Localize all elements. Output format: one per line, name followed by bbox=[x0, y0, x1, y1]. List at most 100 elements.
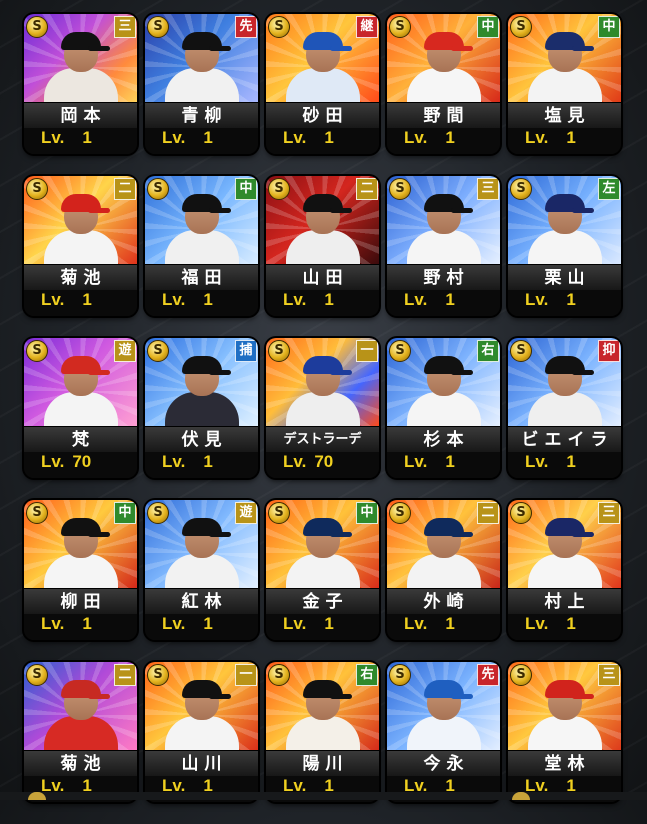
s-rank-icon: S bbox=[389, 340, 411, 362]
s-rank-icon: S bbox=[147, 340, 169, 362]
player-figure bbox=[527, 192, 602, 270]
level-value: 1 bbox=[203, 290, 213, 309]
player-card[interactable]: S 中福田 Lv. 1 bbox=[145, 176, 258, 316]
player-card[interactable]: S 継砂田 Lv. 1 bbox=[266, 14, 379, 154]
level-value: 1 bbox=[445, 452, 455, 471]
player-figure bbox=[43, 516, 118, 594]
player-card[interactable]: S 三野村 Lv. 1 bbox=[387, 176, 500, 316]
s-rank-icon: S bbox=[147, 16, 169, 38]
level-value: 1 bbox=[566, 614, 576, 633]
player-figure bbox=[164, 678, 239, 756]
player-card[interactable]: S 三村上 Lv. 1 bbox=[508, 500, 621, 640]
player-card[interactable]: S 一山川 Lv. 1 bbox=[145, 662, 258, 802]
player-card[interactable]: S 先今永 Lv. 1 bbox=[387, 662, 500, 802]
level-value: 1 bbox=[566, 290, 576, 309]
player-card[interactable]: S 二菊池 Lv. 1 bbox=[24, 176, 137, 316]
level-value: 1 bbox=[566, 128, 576, 147]
level-prefix: Lv. bbox=[162, 452, 186, 471]
level-prefix: Lv. bbox=[162, 290, 186, 309]
level-value: 1 bbox=[566, 452, 576, 471]
level-prefix: Lv. bbox=[283, 452, 307, 471]
player-card[interactable]: S 捕伏見 Lv. 1 bbox=[145, 338, 258, 478]
level-prefix: Lv. bbox=[162, 128, 186, 147]
position-badge: 右 bbox=[356, 664, 378, 686]
player-card[interactable]: S 一デストラーデ Lv. 70 bbox=[266, 338, 379, 478]
position-badge: 先 bbox=[477, 664, 499, 686]
player-figure bbox=[43, 354, 118, 432]
s-rank-icon: S bbox=[147, 664, 169, 686]
position-badge: 中 bbox=[356, 502, 378, 524]
position-badge: 中 bbox=[477, 16, 499, 38]
player-card[interactable]: S 右陽川 Lv. 1 bbox=[266, 662, 379, 802]
position-badge: 遊 bbox=[235, 502, 257, 524]
level-prefix: Lv. bbox=[41, 452, 65, 471]
player-card[interactable]: S 抑ビエイラ Lv. 1 bbox=[508, 338, 621, 478]
player-figure bbox=[406, 192, 481, 270]
player-card[interactable]: S 中塩見 Lv. 1 bbox=[508, 14, 621, 154]
player-name: 金子 bbox=[266, 588, 379, 616]
player-card[interactable]: S 右杉本 Lv. 1 bbox=[387, 338, 500, 478]
level-value: 1 bbox=[445, 614, 455, 633]
player-level: Lv. 70 bbox=[266, 452, 379, 478]
player-card[interactable]: S 遊紅林 Lv. 1 bbox=[145, 500, 258, 640]
s-rank-icon: S bbox=[26, 178, 48, 200]
position-badge: 中 bbox=[598, 16, 620, 38]
player-card[interactable]: S 先青柳 Lv. 1 bbox=[145, 14, 258, 154]
position-badge: 三 bbox=[598, 664, 620, 686]
player-card[interactable]: S 二外崎 Lv. 1 bbox=[387, 500, 500, 640]
position-badge: 中 bbox=[114, 502, 136, 524]
player-card[interactable]: S 二菊池 Lv. 1 bbox=[24, 662, 137, 802]
player-level: Lv. 1 bbox=[508, 128, 621, 154]
player-level: Lv. 1 bbox=[387, 128, 500, 154]
player-figure bbox=[527, 30, 602, 108]
s-rank-icon: S bbox=[26, 502, 48, 524]
player-name: 外崎 bbox=[387, 588, 500, 616]
player-figure bbox=[527, 678, 602, 756]
level-value: 1 bbox=[203, 128, 213, 147]
player-card[interactable]: S 二山田 Lv. 1 bbox=[266, 176, 379, 316]
player-card[interactable]: S 三岡本 Lv. 1 bbox=[24, 14, 137, 154]
player-figure bbox=[43, 678, 118, 756]
level-value: 1 bbox=[82, 614, 92, 633]
player-figure bbox=[527, 354, 602, 432]
s-rank-icon: S bbox=[26, 16, 48, 38]
position-badge: 右 bbox=[477, 340, 499, 362]
player-card-grid: S 三岡本 Lv. 1 S 先青柳 Lv. 1 S 継砂田 Lv. 1 S 中野間 Lv. 1 S 中塩見 Lv. 1… bbox=[24, 14, 629, 824]
s-rank-icon: S bbox=[268, 502, 290, 524]
player-level: Lv. 1 bbox=[387, 614, 500, 640]
position-badge: 抑 bbox=[598, 340, 620, 362]
level-prefix: Lv. bbox=[162, 614, 186, 633]
player-card[interactable]: S 中野間 Lv. 1 bbox=[387, 14, 500, 154]
player-level: Lv. 1 bbox=[266, 614, 379, 640]
player-level: Lv. 1 bbox=[24, 614, 137, 640]
player-level: Lv. 1 bbox=[145, 128, 258, 154]
player-figure bbox=[406, 354, 481, 432]
player-figure bbox=[43, 30, 118, 108]
player-card[interactable]: S 遊梵 Lv. 70 bbox=[24, 338, 137, 478]
level-value: 1 bbox=[82, 128, 92, 147]
player-card[interactable]: S 三堂林 Lv. 1 bbox=[508, 662, 621, 802]
position-badge: 二 bbox=[477, 502, 499, 524]
s-rank-icon: S bbox=[147, 502, 169, 524]
level-prefix: Lv. bbox=[404, 128, 428, 147]
player-card[interactable]: S 中柳田 Lv. 1 bbox=[24, 500, 137, 640]
player-level: Lv. 1 bbox=[266, 290, 379, 316]
s-rank-icon: S bbox=[510, 502, 532, 524]
s-rank-icon: S bbox=[26, 340, 48, 362]
player-level: Lv. 1 bbox=[145, 614, 258, 640]
player-level: Lv. 1 bbox=[508, 614, 621, 640]
player-name: 梵 bbox=[24, 426, 137, 454]
player-level: Lv. 1 bbox=[24, 128, 137, 154]
level-prefix: Lv. bbox=[41, 614, 65, 633]
position-badge: 三 bbox=[477, 178, 499, 200]
player-figure bbox=[285, 354, 360, 432]
player-name: 野間 bbox=[387, 102, 500, 130]
player-card[interactable]: S 左栗山 Lv. 1 bbox=[508, 176, 621, 316]
player-name: 柳田 bbox=[24, 588, 137, 616]
s-rank-icon: S bbox=[389, 664, 411, 686]
player-figure bbox=[164, 516, 239, 594]
player-card[interactable]: S 中金子 Lv. 1 bbox=[266, 500, 379, 640]
s-rank-icon: S bbox=[389, 178, 411, 200]
level-value: 1 bbox=[324, 614, 334, 633]
player-level: Lv. 1 bbox=[387, 452, 500, 478]
